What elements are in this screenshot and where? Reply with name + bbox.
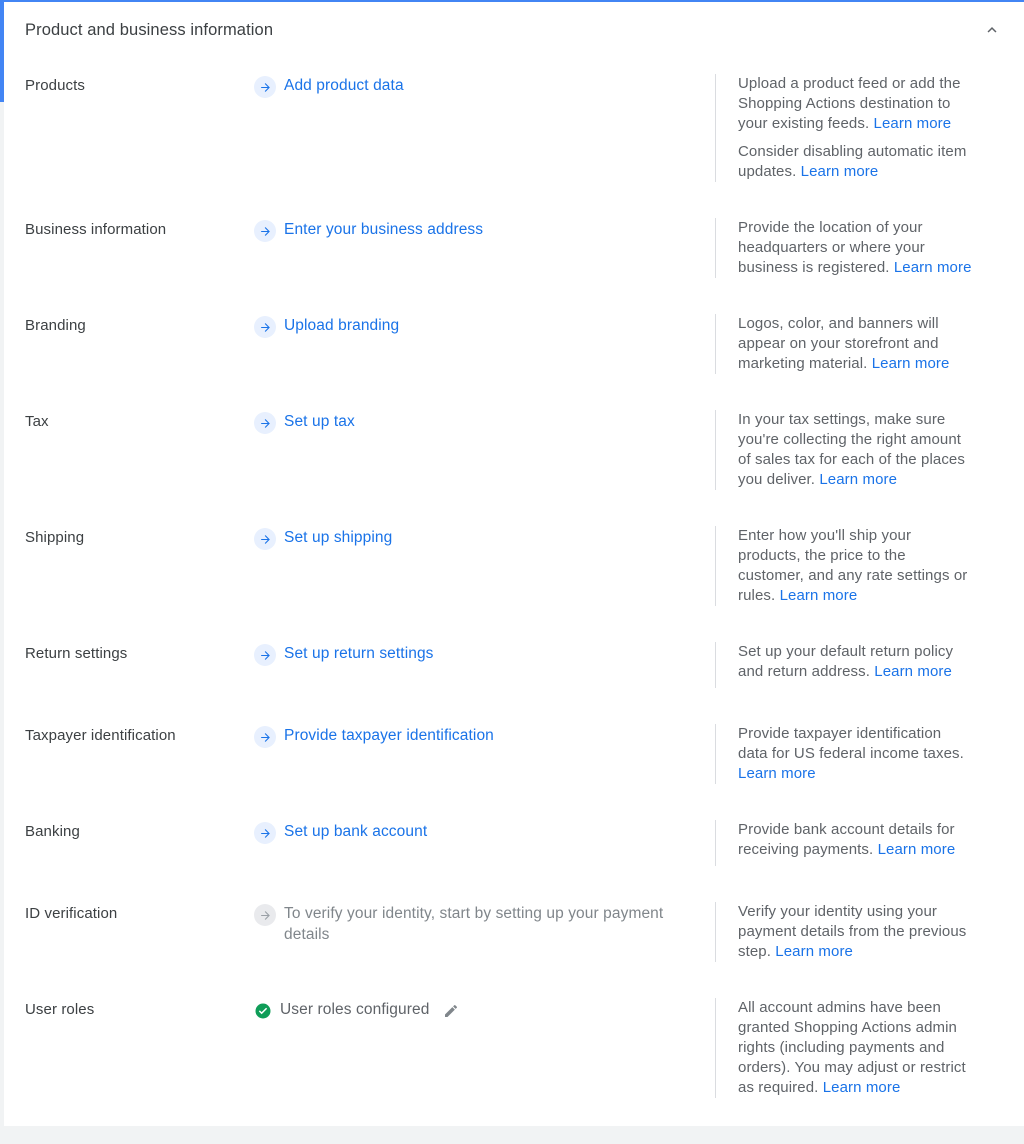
step-help-text: Provide the location of your headquarter… xyxy=(715,218,1006,278)
check-circle-icon xyxy=(254,1002,272,1020)
step-action-label-disabled: To verify your identity, start by settin… xyxy=(284,905,664,943)
step-help-text: Upload a product feed or add the Shoppin… xyxy=(715,74,1006,182)
card-header: Product and business information xyxy=(0,2,1024,58)
step-status-text: User roles configured xyxy=(280,1001,430,1018)
setup-step-row: Products Add product data Upload a product… xyxy=(0,58,1024,200)
setup-step-row: Tax Set up tax In your tax settings, make … xyxy=(0,392,1024,508)
learn-more-link[interactable]: Learn more xyxy=(823,1079,901,1096)
setup-step-row: Shipping Set up shipping Enter how you'll … xyxy=(0,508,1024,624)
learn-more-link[interactable]: Learn more xyxy=(874,663,952,680)
learn-more-link[interactable]: Learn more xyxy=(801,163,879,180)
arrow-right-icon[interactable] xyxy=(254,412,276,434)
step-help-text: Provide bank account details for receivi… xyxy=(715,820,1006,866)
step-action-link[interactable]: Upload branding xyxy=(284,315,399,336)
step-label: Banking xyxy=(25,823,80,840)
help-paragraph: Set up your default return policy and re… xyxy=(738,642,974,682)
learn-more-link[interactable]: Learn more xyxy=(738,765,816,782)
arrow-right-icon[interactable] xyxy=(254,316,276,338)
step-action-link[interactable]: Set up tax xyxy=(284,411,355,432)
step-label: Products xyxy=(25,77,85,94)
step-label: Tax xyxy=(25,413,49,430)
step-action: Enter your business address xyxy=(254,218,715,242)
step-action: User roles configured xyxy=(254,998,715,1020)
step-action-link[interactable]: Provide taxpayer identification xyxy=(284,725,494,746)
step-action-link[interactable]: Set up shipping xyxy=(284,527,392,548)
help-paragraph: In your tax settings, make sure you're c… xyxy=(738,410,974,490)
step-label: Branding xyxy=(25,317,86,334)
step-action-link[interactable]: Set up return settings xyxy=(284,643,434,664)
learn-more-link[interactable]: Learn more xyxy=(819,471,897,488)
step-label: Business information xyxy=(25,221,167,238)
step-action: Upload branding xyxy=(254,314,715,338)
help-paragraph: Provide bank account details for receivi… xyxy=(738,820,974,860)
step-help-text: In your tax settings, make sure you're c… xyxy=(715,410,1006,490)
setup-step-row: ID verification To verify your identity, … xyxy=(0,884,1024,980)
step-label: User roles xyxy=(25,1001,95,1018)
learn-more-link[interactable]: Learn more xyxy=(872,355,950,372)
product-business-information-card: Product and business information Product… xyxy=(0,0,1024,1126)
step-action: Add product data xyxy=(254,74,715,98)
step-action-link[interactable]: Enter your business address xyxy=(284,219,483,240)
step-help-text: Logos, color, and banners will appear on… xyxy=(715,314,1006,374)
step-help-text: Verify your identity using your payment … xyxy=(715,902,1006,962)
learn-more-link[interactable]: Learn more xyxy=(780,587,858,604)
step-action-link[interactable]: Add product data xyxy=(284,75,404,96)
step-help-text: Set up your default return policy and re… xyxy=(715,642,1006,688)
page-bottom-strip xyxy=(0,1126,1024,1144)
help-paragraph: Provide the location of your headquarter… xyxy=(738,218,974,278)
arrow-right-icon[interactable] xyxy=(254,220,276,242)
arrow-right-icon xyxy=(254,904,276,926)
learn-more-link[interactable]: Learn more xyxy=(874,115,952,132)
learn-more-link[interactable]: Learn more xyxy=(894,259,972,276)
help-paragraph: Provide taxpayer identification data for… xyxy=(738,724,974,784)
step-label: ID verification xyxy=(25,905,118,922)
learn-more-link[interactable]: Learn more xyxy=(878,841,956,858)
help-paragraph: Enter how you'll ship your products, the… xyxy=(738,526,974,606)
setup-step-row: User roles User roles configured All accou… xyxy=(0,980,1024,1116)
arrow-right-icon[interactable] xyxy=(254,644,276,666)
arrow-right-icon[interactable] xyxy=(254,726,276,748)
arrow-right-icon[interactable] xyxy=(254,822,276,844)
step-action-link[interactable]: Set up bank account xyxy=(284,821,427,842)
help-paragraph: All account admins have been granted Sho… xyxy=(738,998,974,1098)
step-action: Set up bank account xyxy=(254,820,715,844)
step-help-text: Provide taxpayer identification data for… xyxy=(715,724,1006,784)
help-paragraph: Consider disabling automatic item update… xyxy=(738,142,974,182)
step-action: Set up return settings xyxy=(254,642,715,666)
chevron-up-icon[interactable] xyxy=(978,16,1006,44)
pencil-icon[interactable] xyxy=(443,1003,459,1019)
help-paragraph: Logos, color, and banners will appear on… xyxy=(738,314,974,374)
setup-step-row: Business information Enter your business … xyxy=(0,200,1024,296)
help-paragraph: Upload a product feed or add the Shoppin… xyxy=(738,74,974,134)
help-body: Provide taxpayer identification data for… xyxy=(738,725,964,762)
arrow-right-icon[interactable] xyxy=(254,528,276,550)
setup-step-row: Branding Upload branding Logos, color, and… xyxy=(0,296,1024,392)
step-label: Shipping xyxy=(25,529,85,546)
learn-more-link[interactable]: Learn more xyxy=(775,943,853,960)
arrow-right-icon[interactable] xyxy=(254,76,276,98)
step-label: Return settings xyxy=(25,645,128,662)
setup-step-row: Return settings Set up return settings Set… xyxy=(0,624,1024,706)
step-action: Set up shipping xyxy=(254,526,715,550)
setup-step-row: Banking Set up bank account Provide bank a… xyxy=(0,802,1024,884)
step-help-text: All account admins have been granted Sho… xyxy=(715,998,1006,1098)
step-label: Taxpayer identification xyxy=(25,727,176,744)
step-help-text: Enter how you'll ship your products, the… xyxy=(715,526,1006,606)
setup-step-row: Taxpayer identification Provide taxpayer … xyxy=(0,706,1024,802)
setup-steps-list: Products Add product data Upload a product… xyxy=(0,58,1024,1116)
step-action: Set up tax xyxy=(254,410,715,434)
step-action: Provide taxpayer identification xyxy=(254,724,715,748)
page-title: Product and business information xyxy=(25,20,274,39)
help-paragraph: Verify your identity using your payment … xyxy=(738,902,974,962)
step-action: To verify your identity, start by settin… xyxy=(254,902,715,945)
